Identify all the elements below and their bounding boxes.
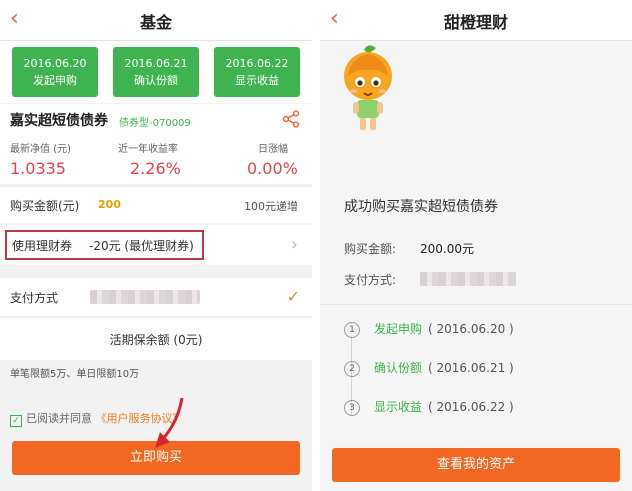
step-label: 确认份额 (134, 74, 178, 87)
step-number: 2 (344, 361, 360, 377)
coupon-label: 使用理财券 (12, 239, 73, 253)
payment-method-label: 支付方式: (344, 273, 397, 287)
fund-info: 嘉实超短债债券 债券型-070009 最新净值 (元) 近一年收益率 日涨幅 1… (0, 104, 312, 184)
page-title: 基金 (139, 13, 172, 32)
wallet-balance-row[interactable]: 活期保余额 (0元) (0, 317, 312, 360)
coupon-row[interactable]: 使用理财券 -20元 (最优理财券) › (0, 225, 312, 265)
payment-method-row[interactable]: 支付方式 ✓ (0, 278, 312, 316)
purchase-amount-row[interactable]: 购买金额(元) 200 100元递增 (0, 186, 312, 223)
nav-bar: ‹ 甜橙理财 (320, 0, 632, 41)
step-number: 3 (344, 400, 360, 416)
purchase-amount-value: 200.00元 (420, 242, 474, 256)
fund-purchase-screen: ‹ 基金 2016.06.20 发起申购 2016.06.21 确认份额 201… (0, 0, 312, 491)
step-label: 发起申购 (33, 74, 77, 87)
timeline-item: 1 发起申购 ( 2016.06.20 ) (344, 320, 514, 338)
orange-mascot-icon (344, 45, 392, 130)
increment-hint: 100元递增 (244, 200, 298, 213)
agreement-checkbox[interactable]: ✓ (10, 415, 22, 427)
purchase-amount-label: 购买金额: (344, 242, 397, 256)
fund-name: 嘉实超短债债券 (10, 113, 108, 129)
nav-bar: ‹ 基金 (0, 0, 312, 41)
payment-method: 支付方式: (344, 271, 516, 288)
purchase-success-screen: ‹ 甜橙理财 成功购买嘉实超短债债券 购买金额: 200.00元 支付方式: 1… (320, 0, 632, 491)
divider (320, 304, 632, 305)
agreement-text: 已阅读并同意 (26, 412, 92, 425)
step-label: 显示收益 (235, 74, 279, 87)
step-date: ( 2016.06.20 ) (428, 322, 514, 336)
check-icon: ✓ (286, 287, 300, 306)
purchase-amount-value[interactable]: 200 (98, 198, 121, 211)
step-date: ( 2016.06.21 ) (428, 361, 514, 375)
page-title: 甜橙理财 (443, 13, 508, 32)
step-label: 显示收益 (374, 400, 423, 414)
step-number: 1 (344, 322, 360, 338)
annotation-arrow-icon (155, 397, 184, 448)
step-date: ( 2016.06.22 ) (428, 400, 514, 414)
purchase-amount-label: 购买金额(元) (10, 199, 80, 213)
timeline-item: 2 确认份额 ( 2016.06.21 ) (344, 359, 514, 377)
timeline-item: 3 显示收益 ( 2016.06.22 ) (344, 398, 514, 416)
annual-yield-label: 近一年收益率 (118, 144, 178, 155)
step-earnings: 2016.06.22 显示收益 (214, 47, 300, 97)
step-date: 2016.06.20 (23, 57, 87, 70)
nav-label: 最新净值 (元) (10, 144, 71, 155)
step-date: 2016.06.22 (225, 57, 289, 70)
fund-code: 债券型-070009 (119, 118, 191, 129)
redacted-payment-account (420, 272, 516, 286)
step-subscribe: 2016.06.20 发起申购 (12, 47, 98, 97)
daily-change-label: 日涨幅 (258, 144, 288, 155)
limit-note: 单笔限额5万、单日限额10万 (10, 369, 140, 380)
wallet-balance-label: 活期保余额 (0元) (109, 333, 203, 347)
step-confirm: 2016.06.21 确认份额 (113, 47, 199, 97)
nav-value: 1.0335 (10, 159, 66, 178)
redacted-payment-account (90, 290, 200, 304)
success-message: 成功购买嘉实超短债债券 (344, 199, 498, 215)
daily-change-value: 0.00% (247, 159, 298, 178)
coupon-value: -20元 (最优理财券) (89, 239, 194, 253)
purchase-amount: 购买金额: 200.00元 (344, 240, 474, 257)
annual-yield-value: 2.26% (130, 159, 181, 178)
step-label: 确认份额 (374, 361, 423, 375)
payment-method-label: 支付方式 (10, 291, 59, 305)
step-date: 2016.06.21 (124, 57, 188, 70)
chevron-right-icon[interactable]: › (291, 234, 298, 255)
view-assets-button[interactable]: 查看我的资产 (332, 448, 620, 482)
purchase-steps: 2016.06.20 发起申购 2016.06.21 确认份额 2016.06.… (0, 41, 312, 103)
step-label: 发起申购 (374, 322, 423, 336)
share-icon[interactable] (282, 110, 300, 128)
